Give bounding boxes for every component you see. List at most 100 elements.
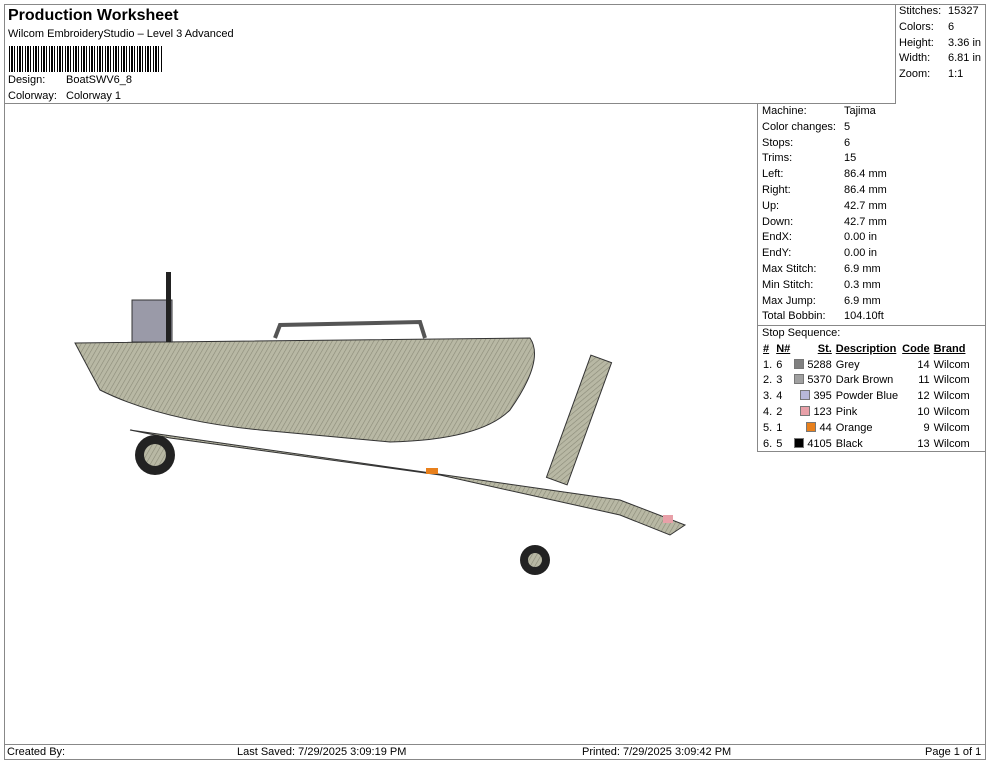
info-row: Trims: 15 bbox=[758, 151, 986, 167]
created-by: Created By: bbox=[7, 746, 66, 758]
column-header: # bbox=[763, 342, 770, 355]
color-description: Black bbox=[835, 437, 863, 450]
info-row: EndY: 0.00 in bbox=[758, 246, 986, 262]
info-row: Total Bobbin: 104.10ft bbox=[758, 309, 986, 325]
info-row: Right: 86.4 mm bbox=[758, 183, 986, 199]
info-panel: Machine: Tajima Color changes: 5 Stops: 6 Trim… bbox=[757, 104, 986, 452]
boat-trailer-design-preview bbox=[74, 272, 687, 575]
info-row: Max Jump: 6.9 mm bbox=[758, 294, 986, 310]
stitch-count-value: 44 bbox=[819, 421, 832, 434]
info-value: 0.00 in bbox=[844, 231, 878, 244]
stop-index: 4. bbox=[763, 406, 773, 419]
stat-value: 6.81 in bbox=[948, 52, 982, 65]
color-description: Powder Blue bbox=[835, 390, 899, 403]
stat-row: Colors: 6 bbox=[896, 20, 986, 36]
needle-number: 2 bbox=[776, 406, 783, 419]
info-label: EndX: bbox=[762, 231, 792, 244]
stat-value: 6 bbox=[948, 20, 955, 33]
table-row: 1. 6 5288 Grey 14 Wilcom bbox=[761, 357, 972, 373]
info-value: 86.4 mm bbox=[844, 183, 887, 196]
software-name: Wilcom EmbroideryStudio – Level 3 Advanc… bbox=[8, 28, 234, 40]
table-row: 2. 3 5370 Dark Brown 11 Wilcom bbox=[761, 373, 972, 389]
color-description: Dark Brown bbox=[835, 374, 894, 387]
color-swatch bbox=[806, 421, 817, 432]
stat-value: 1:1 bbox=[948, 68, 964, 81]
thread-brand: Wilcom bbox=[933, 358, 970, 371]
info-value: 15 bbox=[844, 152, 857, 165]
color-description: Pink bbox=[835, 406, 858, 419]
needle-number: 6 bbox=[776, 358, 783, 371]
stop-index: 3. bbox=[763, 390, 773, 403]
info-value: 0.00 in bbox=[844, 247, 878, 260]
stat-label: Zoom: bbox=[899, 68, 931, 81]
boat-rail bbox=[273, 319, 427, 339]
stitch-count: 44 bbox=[792, 420, 834, 436]
trailer-frame bbox=[129, 429, 687, 536]
info-label: Total Bobbin: bbox=[762, 310, 826, 323]
stats-panel: Stitches: 15327 Colors: 6 Height: 3.36 in Widt… bbox=[895, 4, 986, 104]
info-label: Machine: bbox=[762, 105, 807, 117]
stitch-count-value: 5370 bbox=[807, 374, 832, 387]
column-header: St. bbox=[817, 342, 832, 355]
stat-label: Stitches: bbox=[899, 5, 942, 17]
stop-sequence-table: # N# St. Description Code Brand 1. 6 5288 Grey 1… bbox=[761, 341, 972, 452]
footer: Created By: Last Saved: 7/29/2025 3:09:1… bbox=[4, 744, 986, 760]
info-row: Machine: Tajima bbox=[758, 104, 986, 120]
info-value: 6 bbox=[844, 136, 851, 149]
info-value: 104.10ft bbox=[844, 310, 884, 323]
stat-label: Height: bbox=[899, 36, 934, 49]
colorway-value: Colorway 1 bbox=[66, 90, 122, 102]
orange-reflector bbox=[426, 468, 438, 474]
color-code: 9 bbox=[923, 421, 930, 434]
stitch-count: 395 bbox=[792, 388, 834, 404]
stitch-count-value: 123 bbox=[813, 406, 832, 419]
color-description: Orange bbox=[835, 421, 873, 434]
color-swatch bbox=[800, 390, 811, 401]
info-row: Up: 42.7 mm bbox=[758, 199, 986, 215]
stat-label: Width: bbox=[899, 52, 931, 65]
stitch-count: 123 bbox=[792, 404, 834, 420]
info-value: 42.7 mm bbox=[844, 199, 887, 212]
stitch-count-value: 395 bbox=[813, 390, 832, 403]
table-row: 6. 5 4105 Black 13 Wilcom bbox=[761, 436, 972, 452]
needle-number: 4 bbox=[776, 390, 783, 403]
column-header: Code bbox=[902, 342, 930, 355]
info-value: Tajima bbox=[844, 105, 876, 117]
info-row: Stops: 6 bbox=[758, 136, 986, 152]
column-header: Description bbox=[835, 342, 897, 355]
stop-sequence-label: Stop Sequence: bbox=[758, 325, 986, 341]
trailer-winch-post bbox=[545, 354, 613, 486]
page-number: Page 1 of 1 bbox=[925, 746, 982, 758]
table-row: 4. 2 123 Pink 10 Wilcom bbox=[761, 404, 972, 420]
header: Production Worksheet Wilcom EmbroiderySt… bbox=[4, 4, 896, 104]
info-label: Min Stitch: bbox=[762, 278, 814, 291]
stitch-count: 5288 bbox=[792, 357, 834, 373]
design-value: BoatSWV6_8 bbox=[66, 74, 133, 86]
stitch-count-value: 4105 bbox=[807, 437, 832, 450]
info-row: Max Stitch: 6.9 mm bbox=[758, 262, 986, 278]
stat-row: Stitches: 15327 bbox=[896, 4, 986, 20]
info-row: Left: 86.4 mm bbox=[758, 167, 986, 183]
info-row: Down: 42.7 mm bbox=[758, 215, 986, 231]
color-description: Grey bbox=[835, 358, 860, 371]
info-row: Min Stitch: 0.3 mm bbox=[758, 278, 986, 294]
color-code: 14 bbox=[917, 358, 930, 371]
info-label: Max Stitch: bbox=[762, 262, 817, 275]
printed-date: Printed: 7/29/2025 3:09:42 PM bbox=[582, 746, 732, 758]
stat-row: Height: 3.36 in bbox=[896, 36, 986, 52]
info-value: 6.9 mm bbox=[844, 262, 881, 275]
info-label: Max Jump: bbox=[762, 294, 816, 307]
column-header: N# bbox=[776, 342, 791, 355]
column-header: Brand bbox=[933, 342, 966, 355]
stat-row: Zoom: 1:1 bbox=[896, 67, 986, 83]
stop-index: 1. bbox=[763, 358, 773, 371]
design-row: Design: BoatSWV6_8 bbox=[8, 74, 132, 86]
info-value: 0.3 mm bbox=[844, 278, 881, 291]
color-swatch bbox=[800, 406, 811, 417]
color-swatch bbox=[794, 437, 805, 448]
needle-number: 5 bbox=[776, 437, 783, 450]
stop-index: 5. bbox=[763, 421, 773, 434]
info-label: EndY: bbox=[762, 247, 792, 260]
thread-brand: Wilcom bbox=[933, 390, 970, 403]
thread-brand: Wilcom bbox=[933, 406, 970, 419]
